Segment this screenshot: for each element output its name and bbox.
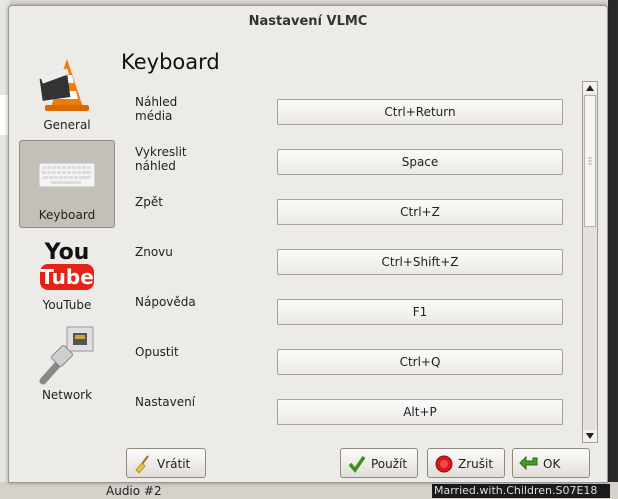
apply-button-label: Použít: [371, 457, 408, 471]
scroll-down-arrow-icon[interactable]: [583, 430, 597, 442]
sidebar-item-label: Keyboard: [38, 208, 96, 222]
scroll-up-arrow-icon[interactable]: [583, 82, 597, 94]
shortcut-label: Zpět: [135, 195, 163, 209]
page-title: Keyboard: [121, 50, 220, 74]
background-timeline: Audio #2 Married.with.Children.S07E18: [0, 482, 618, 499]
shortcut-label: Vykreslit náhled: [135, 145, 187, 173]
settings-dialog: Nastavení VLMC General Keyboard You Tube…: [8, 5, 608, 483]
revert-button[interactable]: Vrátit: [126, 448, 206, 478]
dialog-title: Nastavení VLMC: [248, 14, 368, 29]
sidebar-item-general[interactable]: General: [19, 50, 115, 138]
stop-icon: [435, 455, 453, 473]
checkmark-icon: [348, 456, 366, 473]
scrollbar-thumb[interactable]: [584, 95, 596, 227]
sidebar-item-label: Network: [41, 388, 93, 402]
vlc-cone-icon: [39, 59, 89, 111]
settings-sidebar: General Keyboard You Tube YouTube Networ…: [19, 50, 115, 430]
apply-button[interactable]: Použít: [340, 448, 418, 478]
youtube-icon: You Tube: [40, 240, 94, 290]
shortcut-label: Nastavení: [135, 395, 196, 409]
shortcut-button[interactable]: Ctrl+Shift+Z: [277, 249, 563, 275]
shortcut-button[interactable]: Space: [277, 149, 563, 175]
revert-button-label: Vrátit: [157, 457, 191, 471]
shortcut-button[interactable]: Ctrl+Return: [277, 99, 563, 125]
shortcut-label: Znovu: [135, 245, 173, 259]
shortcut-label: Náhled média: [135, 95, 178, 123]
svg-text:You: You: [44, 240, 90, 265]
clip-title: Married.with.Children.S07E18: [432, 484, 610, 498]
sidebar-item-label: YouTube: [42, 298, 92, 312]
broom-icon: [135, 455, 149, 474]
keyboard-icon: [38, 162, 96, 188]
shortcut-button[interactable]: Ctrl+Z: [277, 199, 563, 225]
svg-text:Tube: Tube: [40, 265, 94, 289]
cancel-button-label: Zrušit: [458, 457, 494, 471]
ok-button-label: OK: [543, 457, 561, 471]
shortcut-button[interactable]: Alt+P: [277, 399, 563, 425]
sidebar-item-label: General: [43, 118, 91, 132]
shortcut-label: Nápověda: [135, 295, 196, 309]
network-cable-icon: [39, 326, 94, 385]
sidebar-item-youtube[interactable]: You Tube YouTube: [19, 230, 115, 318]
ok-arrow-icon: [519, 455, 538, 471]
sidebar-item-network[interactable]: Network: [19, 320, 115, 408]
shortcut-button[interactable]: Ctrl+Q: [277, 349, 563, 375]
ok-button[interactable]: OK: [512, 448, 590, 478]
desktop-right-edge: [608, 0, 618, 499]
vertical-scrollbar[interactable]: [582, 81, 598, 443]
shortcut-label: Opustit: [135, 345, 179, 359]
shortcut-button[interactable]: F1: [277, 299, 563, 325]
audio-track-label: Audio #2: [106, 484, 162, 498]
sidebar-item-keyboard[interactable]: Keyboard: [19, 140, 115, 228]
cancel-button[interactable]: Zrušit: [427, 448, 505, 478]
